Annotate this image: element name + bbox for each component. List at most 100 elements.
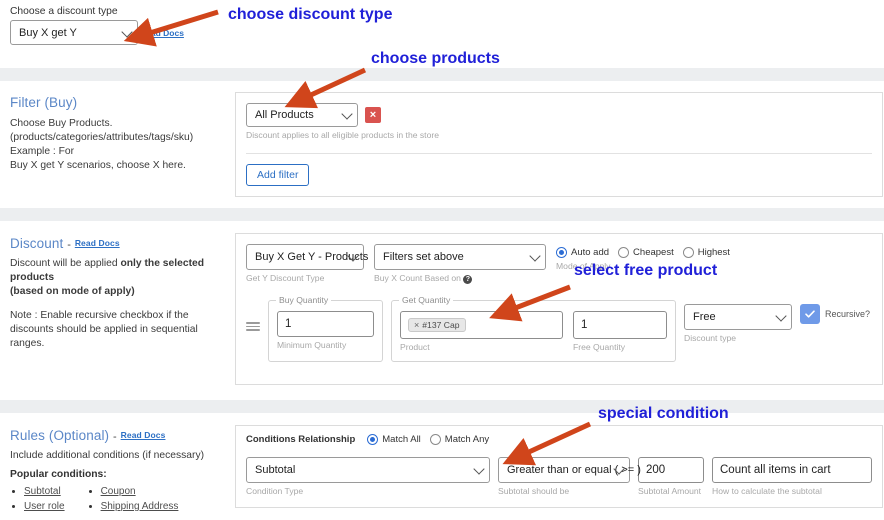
free-quantity-helper: Free Quantity [573, 342, 626, 352]
chevron-down-icon [341, 108, 353, 120]
rules-panel: Conditions Relationship Match All Match … [235, 425, 883, 508]
buy-x-count-value: Filters set above [383, 251, 464, 263]
annotation-choose-products: choose products [371, 50, 500, 67]
section-divider-band-2 [0, 208, 884, 221]
discount-desc-a: Discount will be applied [10, 258, 121, 269]
popular-condition-shipping-address[interactable]: Shipping Address [101, 501, 179, 512]
annotation-special-condition: special condition [598, 405, 729, 422]
section-divider-band-1 [0, 68, 884, 81]
chevron-down-icon [473, 463, 485, 475]
chevron-down-icon [121, 25, 133, 38]
chevron-down-icon [775, 310, 787, 322]
radio-match-any[interactable] [429, 434, 441, 445]
discount-type-free-select[interactable]: Free [684, 304, 792, 330]
discount-type-free-helper: Discount type [684, 333, 737, 343]
filter-panel: All Products × Discount applies to all e… [235, 92, 883, 197]
get-y-discount-type-select[interactable]: Buy X Get Y - Products [246, 244, 368, 270]
popular-condition-coupon[interactable]: Coupon [101, 486, 136, 497]
conditions-relationship-row: Conditions Relationship Match All Match … [246, 434, 872, 445]
list-item[interactable]: Coupon [101, 484, 179, 499]
subtotal-amount-input[interactable]: 200 [638, 457, 704, 483]
annotation-choose-discount-type: choose discount type [228, 6, 393, 23]
remove-filter-icon[interactable]: × [365, 107, 381, 123]
discount-panel: Buy X Get Y - Products Get Y Discount Ty… [235, 233, 883, 385]
operator-select[interactable]: Greater than or equal ( >= ) [498, 457, 641, 483]
subtotal-amount-helper: Subtotal Amount [638, 486, 702, 496]
get-y-discount-type-helper: Get Y Discount Type [246, 273, 325, 283]
popular-conditions-label: Popular conditions: [10, 469, 107, 480]
conditions-relationship-label: Conditions Relationship [246, 434, 356, 445]
radio-highest[interactable] [682, 247, 694, 258]
product-chip-label: #137 Cap [422, 320, 460, 330]
recursive-checkbox[interactable] [800, 304, 820, 324]
title-dash: - [113, 431, 117, 443]
filter-desc-line3: Buy X get Y scenarios, choose X here. [10, 160, 186, 171]
buy-quantity-helper: Minimum Quantity [277, 340, 347, 350]
discount-desc-b-bold: (based on mode of apply) [10, 286, 135, 297]
discount-section: Discount - Read Docs Discount will be ap… [0, 228, 884, 385]
product-chip[interactable]: × #137 Cap [408, 318, 466, 332]
free-quantity-input[interactable]: 1 [573, 311, 667, 339]
discount-type-value: Buy X get Y [19, 26, 77, 39]
rules-section-title: Rules (Optional) [10, 428, 110, 443]
get-quantity-legend: Get Quantity [399, 295, 454, 305]
drag-handle-icon[interactable] [246, 322, 260, 331]
read-docs-link-rules[interactable]: Read Docs [121, 430, 166, 440]
discount-type-select[interactable]: Buy X get Y [10, 20, 138, 45]
operator-helper: Subtotal should be [498, 486, 570, 496]
popular-conditions-col-right: Coupon Shipping Address [87, 484, 179, 514]
add-filter-button[interactable]: Add filter [246, 164, 310, 186]
product-multiselect[interactable]: × #137 Cap [400, 311, 563, 339]
radio-auto-add-label: Auto add [571, 247, 610, 258]
radio-cheapest[interactable] [618, 247, 630, 258]
buy-quantity-legend: Buy Quantity [276, 295, 332, 305]
discount-note: Note : Enable recursive checkbox if the … [10, 310, 198, 349]
filter-desc-line1: Choose Buy Products. [10, 118, 113, 129]
read-docs-link-top[interactable]: Read Docs [140, 28, 184, 38]
list-item[interactable]: User role [24, 499, 65, 514]
popular-condition-user-role[interactable]: User role [24, 501, 65, 512]
discount-type-section: Choose a discount type Buy X get Y Read … [0, 0, 884, 45]
buy-quantity-fieldset: Buy Quantity 1 Minimum Quantity [268, 295, 383, 362]
chevron-down-icon [529, 250, 541, 262]
buy-quantity-input[interactable]: 1 [277, 311, 374, 337]
filter-divider [246, 153, 872, 154]
chip-remove-icon[interactable]: × [414, 320, 419, 330]
subtotal-calc-select[interactable]: Count all items in cart [712, 457, 872, 483]
discount-section-title: Discount [10, 236, 64, 251]
radio-auto-add[interactable] [556, 247, 567, 258]
product-helper: Product [400, 342, 430, 352]
read-docs-link-discount[interactable]: Read Docs [75, 238, 120, 248]
info-icon[interactable]: ? [463, 275, 473, 284]
list-item[interactable]: Subtotal [24, 484, 65, 499]
filter-desc-line2: (products/categories/attributes/tags/sku… [10, 132, 194, 157]
popular-conditions-list: Subtotal User role Coupon Shipping Addre… [10, 484, 227, 514]
discount-type-free-value: Free [693, 311, 716, 323]
condition-type-helper: Condition Type [246, 486, 304, 496]
filter-helper-text: Discount applies to all eligible product… [246, 130, 439, 140]
radio-highest-label: Highest [697, 247, 730, 258]
annotation-select-free-product: select free product [574, 262, 718, 279]
filter-buy-section: Filter (Buy) Choose Buy Products. (produ… [0, 84, 884, 197]
rules-section: Rules (Optional) - Read Docs Include add… [0, 420, 884, 514]
subtotal-calc-helper: How to calculate the subtotal [712, 486, 822, 496]
buy-x-count-select[interactable]: Filters set above [374, 244, 546, 270]
mode-of-apply-radiogroup: Auto add Cheapest Highest [556, 247, 737, 258]
radio-match-all-label: Match All [382, 434, 421, 445]
page-root: Choose a discount type Buy X get Y Read … [0, 0, 884, 520]
condition-type-value: Subtotal [255, 464, 296, 476]
popular-condition-subtotal[interactable]: Subtotal [24, 486, 61, 497]
radio-cheapest-label: Cheapest [633, 247, 674, 258]
popular-conditions-col-left: Subtotal User role [10, 484, 65, 514]
filter-product-value: All Products [255, 109, 314, 121]
condition-type-select[interactable]: Subtotal [246, 457, 490, 483]
rules-description: Include additional conditions (if necess… [10, 450, 205, 461]
filter-section-title: Filter (Buy) [10, 95, 78, 110]
list-item[interactable]: Shipping Address [101, 499, 179, 514]
radio-match-all[interactable] [367, 434, 379, 445]
filter-product-select[interactable]: All Products [246, 103, 358, 127]
recursive-label: Recursive? [825, 309, 871, 319]
section-divider-band-3 [0, 400, 884, 413]
buy-x-count-helper: Buy X Count Based on [374, 273, 461, 283]
title-dash: - [67, 239, 71, 251]
